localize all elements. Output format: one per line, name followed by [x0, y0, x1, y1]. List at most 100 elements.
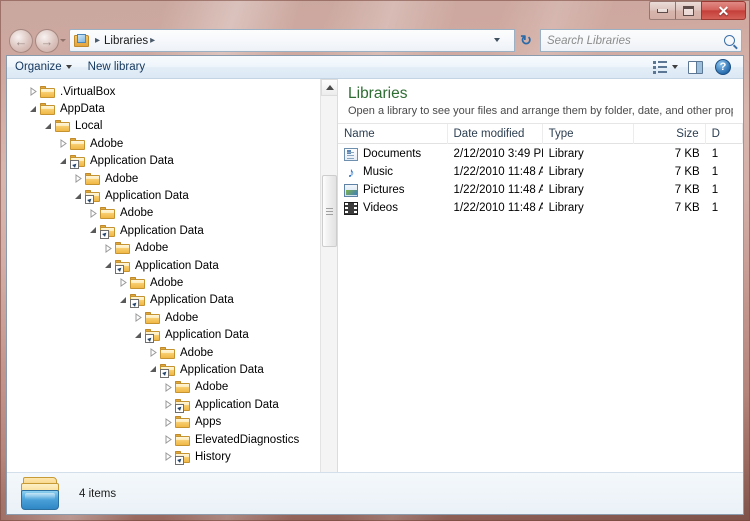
- tree-item[interactable]: .VirtualBox: [7, 83, 319, 100]
- tree-expander-expanded-icon[interactable]: [41, 122, 55, 131]
- breadcrumb[interactable]: ▸ Libraries ▸: [69, 29, 515, 52]
- tree-item[interactable]: Application Data: [7, 222, 319, 239]
- tree-expander-collapsed-icon[interactable]: [71, 174, 85, 184]
- tree-expander-expanded-icon[interactable]: [71, 192, 85, 201]
- tree-expander-expanded-icon[interactable]: [101, 261, 115, 270]
- help-button[interactable]: ?: [709, 56, 737, 78]
- close-button[interactable]: ✕: [701, 1, 746, 20]
- cell-type: Library: [548, 166, 584, 178]
- recent-locations-icon[interactable]: [60, 39, 66, 42]
- tree-item[interactable]: Adobe: [7, 170, 319, 187]
- breadcrumb-item-libraries[interactable]: Libraries: [104, 35, 148, 47]
- file-name-label: Videos: [363, 202, 398, 214]
- column-header-size[interactable]: Size: [634, 123, 706, 144]
- tree-expander-collapsed-icon[interactable]: [161, 400, 175, 410]
- tree-item[interactable]: Application Data: [7, 257, 319, 274]
- column-header-type[interactable]: Type: [543, 123, 635, 144]
- tree-item-label: Adobe: [165, 311, 199, 324]
- tree-expander-expanded-icon[interactable]: [116, 296, 130, 305]
- tree-expander-expanded-icon[interactable]: [146, 365, 160, 374]
- tree-expander-expanded-icon[interactable]: [56, 157, 70, 166]
- maximize-button[interactable]: [675, 1, 702, 20]
- tree-expander-collapsed-icon[interactable]: [161, 435, 175, 444]
- change-view-button[interactable]: [649, 58, 682, 76]
- tree-item[interactable]: Apps: [7, 413, 319, 430]
- picture-icon: [344, 183, 358, 197]
- tree-item-label: Apps: [195, 416, 222, 429]
- tree-item[interactable]: Adobe: [7, 205, 319, 222]
- cell-name[interactable]: ♪ Music: [338, 163, 448, 181]
- command-bar: Organize New library ?: [7, 56, 743, 79]
- tree-item-label: Application Data: [180, 363, 264, 376]
- search-box[interactable]: Search Libraries: [540, 29, 742, 52]
- tree-expander-collapsed-icon[interactable]: [86, 208, 100, 218]
- folder-icon: [55, 119, 71, 133]
- tree-expander-expanded-icon[interactable]: [86, 226, 100, 235]
- tree-expander-collapsed-icon[interactable]: [56, 139, 70, 149]
- tree-item[interactable]: AppData: [7, 100, 319, 117]
- scroll-up-button[interactable]: [321, 79, 337, 96]
- table-row[interactable]: Pictures 1/22/2010 11:48 AM Library 7 KB 1: [338, 181, 743, 199]
- preview-pane-button[interactable]: [682, 58, 709, 77]
- tree-expander-collapsed-icon[interactable]: [116, 278, 130, 288]
- table-row[interactable]: Videos 1/22/2010 11:48 AM Library 7 KB 1: [338, 199, 743, 217]
- cell-name[interactable]: Videos: [338, 199, 448, 217]
- tree-item-label: Application Data: [90, 155, 174, 168]
- table-row[interactable]: ♪ Music 1/22/2010 11:48 AM Library 7 KB 1: [338, 163, 743, 181]
- cell-name[interactable]: Pictures: [338, 181, 448, 199]
- column-header-date[interactable]: Date modified: [448, 123, 543, 144]
- cell-type: Library: [548, 148, 584, 160]
- nav-vertical-scrollbar[interactable]: [320, 79, 337, 514]
- tree-item[interactable]: Local: [7, 118, 319, 135]
- tree-expander-collapsed-icon[interactable]: [146, 348, 160, 358]
- libraries-icon: [74, 33, 90, 48]
- tree-item[interactable]: Application Data: [7, 292, 319, 309]
- search-input[interactable]: Search Libraries: [547, 35, 724, 47]
- search-icon: [724, 35, 735, 46]
- tree-item[interactable]: Adobe: [7, 240, 319, 257]
- tree-expander-collapsed-icon[interactable]: [101, 243, 115, 253]
- tree-expander-expanded-icon[interactable]: [131, 331, 145, 340]
- tree-item[interactable]: ElevatedDiagnostics: [7, 431, 319, 448]
- refresh-button[interactable]: ↻: [515, 29, 537, 52]
- tree-item[interactable]: Application Data: [7, 396, 319, 413]
- tree-item[interactable]: Application Data: [7, 153, 319, 170]
- page-title: Libraries: [348, 85, 408, 102]
- view-chevron-down-icon[interactable]: [672, 65, 678, 69]
- column-header-name[interactable]: Name: [338, 123, 448, 144]
- tree-item[interactable]: Application Data: [7, 326, 319, 344]
- tree-expander-collapsed-icon[interactable]: [161, 382, 175, 392]
- nav-scroll-thumb[interactable]: [322, 175, 337, 247]
- table-row[interactable]: Documents 2/12/2010 3:49 PM Library 7 KB 1: [338, 145, 743, 163]
- column-header-row: Name Date modified Type Size D: [338, 123, 743, 144]
- column-header-more[interactable]: D: [706, 123, 743, 144]
- tree-item[interactable]: Adobe: [7, 379, 319, 396]
- organize-button[interactable]: Organize: [7, 58, 80, 76]
- junction-folder-icon: [115, 259, 131, 274]
- tree-item[interactable]: Adobe: [7, 344, 319, 361]
- tree-item[interactable]: Adobe: [7, 274, 319, 291]
- libraries-stack-icon: [21, 476, 61, 511]
- breadcrumb-dropdown-icon[interactable]: [494, 38, 500, 42]
- tree-item[interactable]: Application Data: [7, 361, 319, 378]
- tree-expander-collapsed-icon[interactable]: [161, 452, 175, 462]
- breadcrumb-separator-2[interactable]: ▸: [148, 35, 159, 46]
- tree-expander-collapsed-icon[interactable]: [26, 87, 40, 97]
- tree-item[interactable]: Adobe: [7, 309, 319, 326]
- cell-name[interactable]: Documents: [338, 145, 448, 163]
- tree-item[interactable]: History: [7, 448, 319, 465]
- minimize-button[interactable]: [649, 1, 676, 20]
- tree-item-label: History: [195, 450, 231, 463]
- tree-item-label: Application Data: [150, 294, 234, 307]
- tree-item-label: AppData: [60, 103, 105, 116]
- tree-expander-collapsed-icon[interactable]: [131, 313, 145, 323]
- folder-icon: [100, 206, 116, 220]
- new-library-button[interactable]: New library: [80, 58, 154, 76]
- tree-expander-expanded-icon[interactable]: [26, 105, 40, 114]
- minimize-icon: [657, 8, 668, 13]
- tree-expander-collapsed-icon[interactable]: [161, 417, 175, 427]
- tree-item[interactable]: Adobe: [7, 135, 319, 152]
- forward-button[interactable]: →: [35, 29, 59, 53]
- tree-item[interactable]: Application Data: [7, 187, 319, 205]
- back-button[interactable]: ←: [9, 29, 33, 53]
